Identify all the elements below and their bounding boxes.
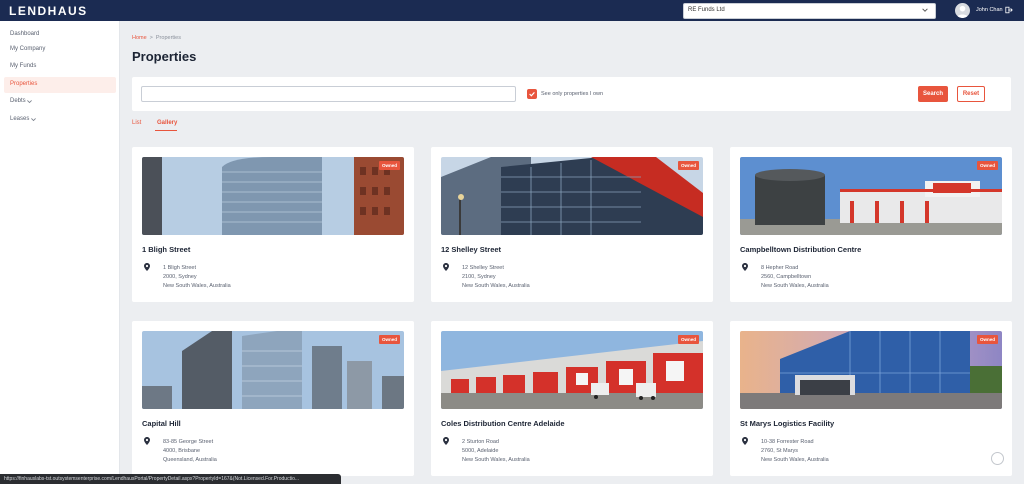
property-name[interactable]: Capital Hill: [142, 419, 181, 428]
property-postcode-city: 2000, Sydney: [163, 274, 197, 280]
property-street: 1 Bligh Street: [163, 265, 197, 271]
own-only-checkbox[interactable]: [527, 89, 537, 99]
location-pin-icon: [144, 437, 150, 445]
property-photo[interactable]: Owned: [441, 331, 703, 409]
property-street: 12 Shelley Street: [462, 265, 504, 271]
sidebar-item-label: Debts: [10, 98, 26, 104]
location-pin-icon: [443, 263, 449, 271]
property-state-country: New South Wales, Australia: [761, 283, 829, 289]
scroll-to-top-button[interactable]: [991, 452, 1004, 465]
sidebar: Dashboard My Company My Funds Properties…: [0, 21, 120, 484]
property-street: 2 Sturton Road: [462, 439, 499, 445]
reset-button[interactable]: Reset: [957, 86, 985, 102]
property-card[interactable]: Owned St Marys Logistics Facility 10-38 …: [730, 321, 1012, 476]
sidebar-item-debts[interactable]: Debts: [4, 94, 116, 110]
property-photo[interactable]: Owned: [740, 157, 1002, 235]
property-card[interactable]: Owned Capital Hill 83-85 George Street 4…: [132, 321, 414, 476]
property-name[interactable]: Campbelltown Distribution Centre: [740, 245, 861, 254]
property-photo[interactable]: Owned: [740, 331, 1002, 409]
property-name[interactable]: Coles Distribution Centre Adelaide: [441, 419, 565, 428]
property-street: 83-85 George Street: [163, 439, 214, 445]
property-street: 8 Hepher Road: [761, 265, 799, 271]
property-card[interactable]: Owned 12 Shelley Street 12 Shelley Stree…: [431, 147, 713, 302]
property-state-country: New South Wales, Australia: [462, 283, 530, 289]
property-photo[interactable]: Owned: [142, 331, 404, 409]
sidebar-item-dashboard[interactable]: Dashboard: [4, 27, 116, 43]
top-bar: LENDHAUS RE Funds Ltd John Chan: [0, 0, 1024, 21]
chevron-down-icon: [31, 118, 36, 122]
owned-badge: Owned: [677, 161, 699, 170]
property-postcode-city: 2100, Sydney: [462, 274, 496, 280]
user-avatar-icon[interactable]: [955, 3, 970, 18]
browser-status-bar: https://finhauslabs-tst.outsystemsenterp…: [0, 474, 341, 484]
breadcrumb-current: Properties: [155, 35, 181, 41]
checkmark-icon: [529, 91, 535, 97]
property-card[interactable]: Owned 1 Bligh Street 1 Bligh Street 2000…: [132, 147, 414, 302]
sidebar-item-leases[interactable]: Leases: [4, 112, 116, 128]
fund-selector-value: RE Funds Ltd: [688, 7, 725, 13]
sidebar-item-label: Dashboard: [10, 31, 40, 37]
location-pin-icon: [144, 263, 150, 271]
own-only-label[interactable]: See only properties I own: [541, 91, 603, 97]
breadcrumb-home[interactable]: Home: [132, 35, 147, 41]
logout-icon[interactable]: [1005, 6, 1013, 14]
property-street: 10-38 Forrester Road: [761, 439, 814, 445]
tab-list[interactable]: List: [132, 120, 141, 126]
sidebar-item-label: Properties: [10, 81, 38, 87]
property-postcode-city: 2760, St Marys: [761, 448, 798, 454]
owned-badge: Owned: [378, 335, 400, 344]
property-name[interactable]: 1 Bligh Street: [142, 245, 190, 254]
sidebar-item-properties[interactable]: Properties: [4, 77, 116, 93]
sidebar-item-my-company[interactable]: My Company: [4, 42, 116, 58]
property-postcode-city: 5000, Adelaide: [462, 448, 499, 454]
breadcrumb-separator: >: [149, 35, 153, 41]
location-pin-icon: [443, 437, 449, 445]
property-state-country: Queensland, Australia: [163, 457, 217, 463]
breadcrumb: Home > Properties: [132, 35, 181, 41]
sidebar-item-my-funds[interactable]: My Funds: [4, 59, 116, 75]
active-tab-indicator: [155, 130, 177, 131]
owned-badge: Owned: [976, 161, 998, 170]
filter-panel: See only properties I own Search Reset: [132, 77, 1011, 111]
sidebar-item-label: Leases: [10, 116, 30, 122]
sidebar-item-label: My Company: [10, 46, 46, 52]
page-title: Properties: [132, 49, 197, 64]
search-button[interactable]: Search: [918, 86, 948, 102]
location-pin-icon: [742, 437, 748, 445]
tab-gallery[interactable]: Gallery: [157, 120, 177, 126]
sidebar-item-label: My Funds: [10, 63, 37, 69]
property-name[interactable]: 12 Shelley Street: [441, 245, 501, 254]
owned-badge: Owned: [976, 335, 998, 344]
fund-selector[interactable]: RE Funds Ltd: [683, 3, 936, 19]
owned-badge: Owned: [378, 161, 400, 170]
owned-badge: Owned: [677, 335, 699, 344]
property-state-country: New South Wales, Australia: [163, 283, 231, 289]
property-card[interactable]: Owned Coles Distribution Centre Adelaide…: [431, 321, 713, 476]
property-postcode-city: 4000, Brisbane: [163, 448, 200, 454]
search-input[interactable]: [141, 86, 516, 102]
property-name[interactable]: St Marys Logistics Facility: [740, 419, 834, 428]
location-pin-icon: [742, 263, 748, 271]
property-photo[interactable]: Owned: [441, 157, 703, 235]
chevron-down-icon: [922, 8, 928, 12]
chevron-down-icon: [27, 100, 32, 104]
property-postcode-city: 2560, Campbelltown: [761, 274, 812, 280]
app-logo[interactable]: LENDHAUS: [9, 4, 88, 18]
property-state-country: New South Wales, Australia: [462, 457, 530, 463]
property-state-country: New South Wales, Australia: [761, 457, 829, 463]
property-card[interactable]: Owned Campbelltown Distribution Centre 8…: [730, 147, 1012, 302]
property-photo[interactable]: Owned: [142, 157, 404, 235]
status-url: https://finhauslabs-tst.outsystemsenterp…: [4, 476, 300, 482]
user-name[interactable]: John Chan: [976, 7, 1003, 13]
